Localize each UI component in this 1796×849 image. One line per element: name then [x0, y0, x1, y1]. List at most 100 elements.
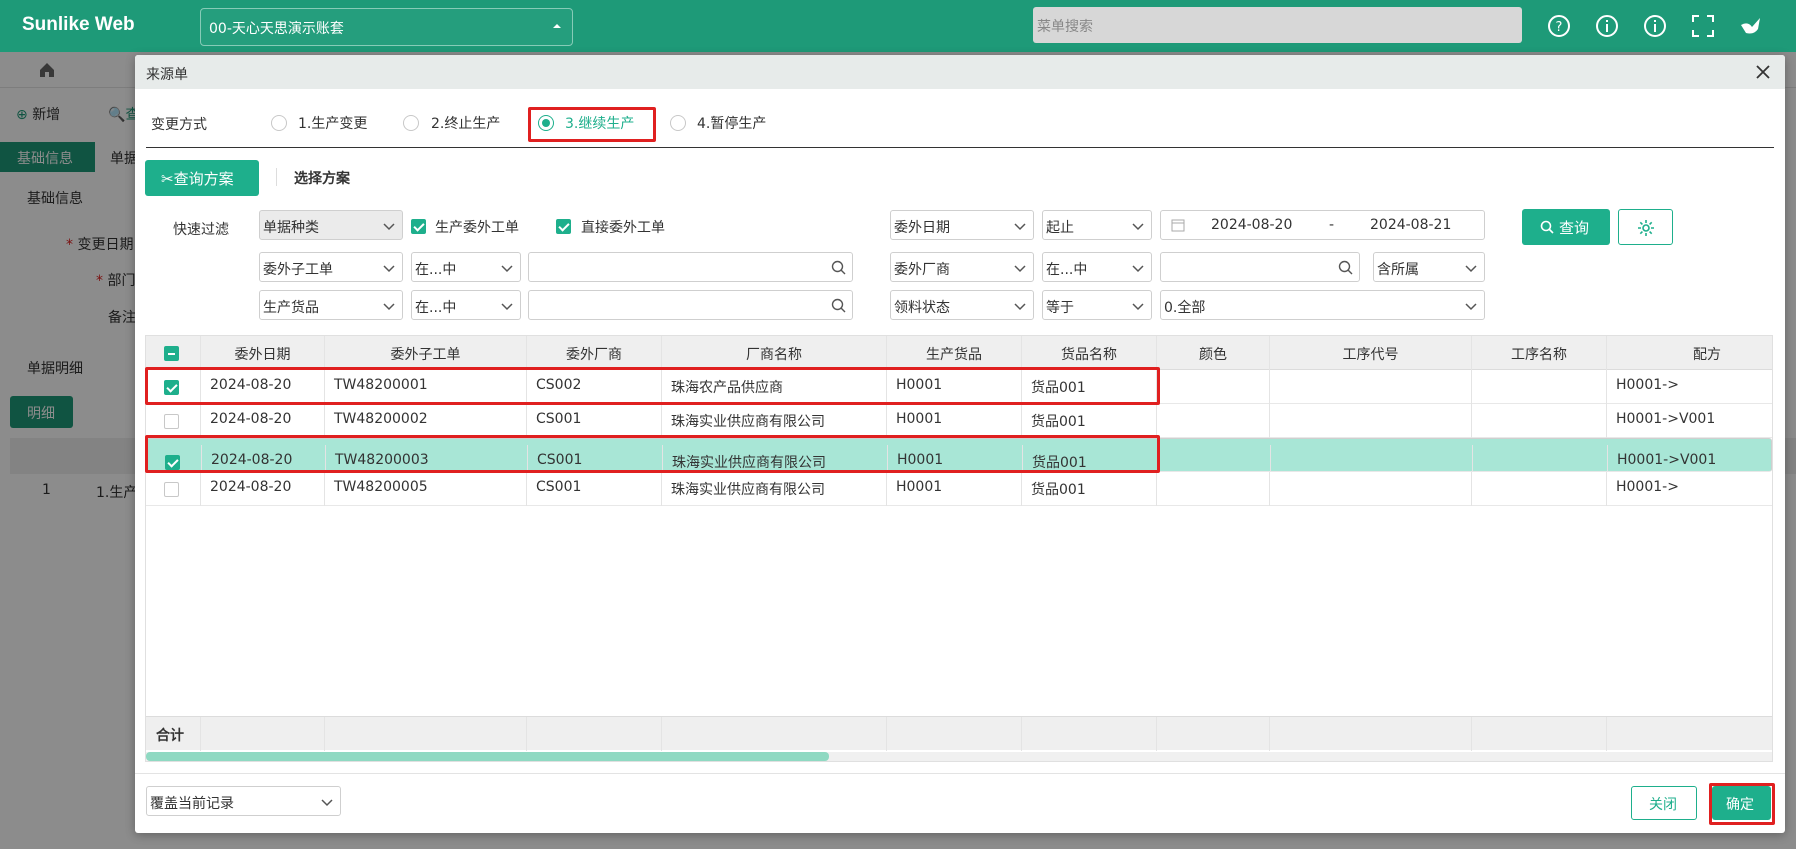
search-icon[interactable] [831, 298, 846, 313]
quick-filter-label: 快速过滤 [173, 222, 229, 238]
date-field-select[interactable]: 委外日期 [890, 210, 1034, 240]
horizontal-scrollbar[interactable] [146, 752, 1772, 761]
close-button[interactable]: 关闭 [1631, 786, 1697, 820]
info-icon[interactable] [1594, 13, 1620, 39]
fullscreen-icon[interactable] [1690, 13, 1716, 39]
highlight-confirm [1709, 783, 1775, 825]
col-header-date[interactable]: 委外日期 [201, 336, 325, 370]
cell-sub-order: TW48200005 [325, 472, 527, 506]
chevron-down-icon [1132, 223, 1144, 231]
svg-text:?: ? [1556, 20, 1563, 35]
col-header-process-name[interactable]: 工序名称 [1472, 336, 1607, 370]
overwrite-mode-value: 覆盖当前记录 [150, 796, 234, 812]
production-outsource-checkbox[interactable] [411, 219, 426, 234]
footer-divider [135, 773, 1785, 774]
info-icon[interactable] [1642, 13, 1668, 39]
col-header-color[interactable]: 颜色 [1157, 336, 1270, 370]
cell-product: H0001 [887, 404, 1022, 438]
cell-date: 2024-08-20 [201, 404, 325, 438]
total-cell [662, 717, 887, 751]
table-row[interactable]: 2024-08-20 TW48200005 CS001 珠海实业供应商有限公司 … [146, 472, 1772, 506]
highlight-mode [528, 107, 656, 142]
include-sub-value: 含所属 [1377, 262, 1419, 278]
close-icon[interactable] [1755, 64, 1771, 80]
vendor-field-select[interactable]: 委外厂商 [890, 252, 1034, 282]
chevron-down-icon [1014, 265, 1026, 273]
bird-icon[interactable] [1738, 13, 1764, 39]
select-plan-link[interactable]: 选择方案 [294, 168, 350, 188]
sub-order-input[interactable] [528, 252, 853, 282]
sub-order-field-select[interactable]: 委外子工单 [259, 252, 403, 282]
material-status-value: 0.全部 [1164, 300, 1206, 316]
doc-type-select[interactable]: 单据种类 [259, 210, 403, 240]
overwrite-mode-select[interactable]: 覆盖当前记录 [146, 786, 341, 816]
mode-label-4[interactable]: 4.暂停生产 [697, 113, 766, 133]
col-header-formula[interactable]: 配方 [1607, 336, 1772, 370]
material-status-field-value: 领料状态 [894, 300, 950, 316]
account-name: 00-天心天思演示账套 [209, 21, 344, 37]
grid-total-row: 合计 [146, 716, 1772, 751]
chevron-down-icon [383, 303, 395, 311]
date-range-input[interactable]: 2024-08-20 - 2024-08-21 [1160, 210, 1485, 240]
mode-label-2[interactable]: 2.终止生产 [431, 113, 500, 133]
col-header-sub-order[interactable]: 委外子工单 [325, 336, 527, 370]
search-icon[interactable] [1338, 260, 1353, 275]
row-checkbox[interactable] [164, 414, 179, 429]
mode-radio-2[interactable] [403, 115, 419, 131]
cell-date: 2024-08-20 [201, 472, 325, 506]
cell-product-name: 货品001 [1022, 404, 1157, 438]
account-selector[interactable]: 00-天心天思演示账套 [200, 8, 573, 46]
production-outsource-label[interactable]: 生产委外工单 [435, 217, 519, 237]
col-header-process-code[interactable]: 工序代号 [1270, 336, 1472, 370]
doc-type-value: 单据种类 [263, 220, 319, 236]
query-plan-label: 查询方案 [173, 170, 234, 188]
mode-radio-4[interactable] [670, 115, 686, 131]
cell-process-name [1472, 404, 1607, 438]
total-label: 合计 [146, 717, 201, 751]
table-row[interactable]: 2024-08-20 TW48200002 CS001 珠海实业供应商有限公司 … [146, 404, 1772, 438]
mode-label-1[interactable]: 1.生产变更 [298, 113, 367, 133]
col-header-vendor[interactable]: 委外厂商 [527, 336, 662, 370]
cell-product-name: 货品001 [1022, 472, 1157, 506]
product-field-select[interactable]: 生产货品 [259, 290, 403, 320]
header-select-all-cell [146, 336, 201, 370]
search-icon[interactable] [831, 260, 846, 275]
query-button[interactable]: 查询 [1522, 209, 1610, 245]
mode-radio-1[interactable] [271, 115, 287, 131]
col-header-product[interactable]: 生产货品 [887, 336, 1022, 370]
query-plan-button[interactable]: ✂查询方案 [145, 160, 259, 196]
total-cell [527, 717, 662, 751]
cell-color [1157, 370, 1270, 404]
chevron-down-icon [1132, 303, 1144, 311]
help-icon[interactable]: ? [1546, 13, 1572, 39]
col-header-vendor-name[interactable]: 厂商名称 [662, 336, 887, 370]
chevron-down-icon [321, 799, 333, 807]
product-op-select[interactable]: 在...中 [411, 290, 521, 320]
material-status-op-select[interactable]: 等于 [1042, 290, 1152, 320]
cell-formula: H0001-> [1616, 377, 1679, 393]
menu-search-input[interactable]: 菜单搜索 [1033, 7, 1522, 43]
include-sub-select[interactable]: 含所属 [1373, 252, 1485, 282]
caret-up-icon [553, 24, 561, 28]
change-mode-label: 变更方式 [151, 117, 207, 133]
dialog-title: 来源单 [146, 67, 188, 83]
row-checkbox[interactable] [164, 482, 179, 497]
cell-sub-order: TW48200002 [325, 404, 527, 438]
direct-outsource-checkbox[interactable] [556, 219, 571, 234]
sub-order-op-select[interactable]: 在...中 [411, 252, 521, 282]
material-status-field-select[interactable]: 领料状态 [890, 290, 1034, 320]
direct-outsource-label[interactable]: 直接委外工单 [581, 217, 665, 237]
date-op-select[interactable]: 起止 [1042, 210, 1152, 240]
vendor-op-select[interactable]: 在...中 [1042, 252, 1152, 282]
product-input[interactable] [528, 290, 853, 320]
scrollbar-thumb[interactable] [146, 752, 829, 761]
vendor-input[interactable] [1160, 252, 1360, 282]
total-cell [887, 717, 1022, 751]
settings-button[interactable] [1618, 209, 1673, 245]
date-op-value: 起止 [1046, 220, 1074, 236]
select-all-checkbox[interactable] [164, 346, 179, 361]
cell-process-code [1271, 445, 1473, 471]
col-header-product-name[interactable]: 货品名称 [1022, 336, 1157, 370]
cell-formula: H0001-> [1616, 479, 1679, 495]
material-status-value-select[interactable]: 0.全部 [1160, 290, 1485, 320]
